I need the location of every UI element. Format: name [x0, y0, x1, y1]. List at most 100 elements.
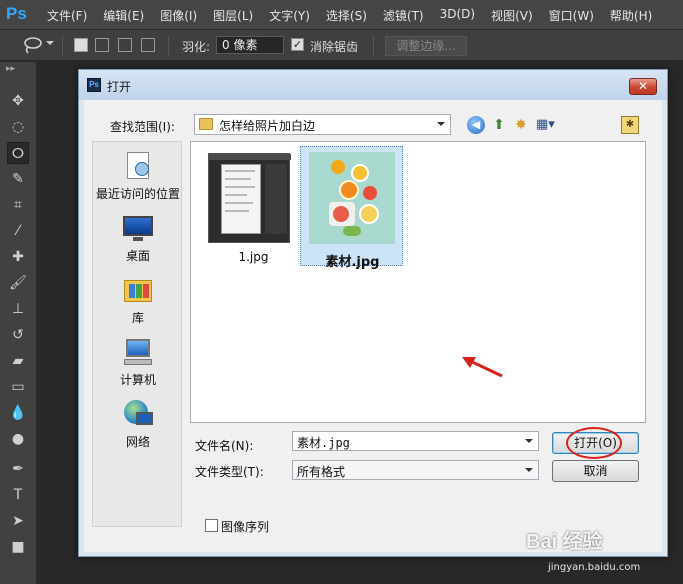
new-selection-button[interactable] — [74, 38, 88, 52]
chevron-down-icon[interactable] — [525, 439, 533, 447]
healing-tool-icon[interactable]: ✚ — [7, 246, 29, 268]
photoshop-logo: Ps — [6, 4, 27, 23]
menu-type[interactable]: 文字(Y) — [269, 7, 310, 24]
clone-stamp-tool-icon[interactable]: ⊥ — [7, 298, 29, 320]
look-in-dropdown[interactable]: 怎样给照片加白边 — [194, 114, 451, 135]
brush-tool-icon[interactable]: 🖌 — [7, 272, 29, 294]
place-recent[interactable]: 最近访问的位置 — [93, 150, 183, 202]
menu-select[interactable]: 选择(S) — [326, 7, 367, 24]
options-bar: 羽化: 0 像素 ✓ 消除锯齿 调整边缘... — [0, 30, 683, 61]
menu-3d[interactable]: 3D(D) — [440, 7, 475, 24]
place-libraries[interactable]: 库 — [93, 274, 183, 326]
history-brush-tool-icon[interactable]: ↺ — [7, 324, 29, 346]
file-name: 素材.jpg — [325, 255, 380, 270]
lasso-icon[interactable] — [22, 36, 42, 54]
menu-help[interactable]: 帮助(H) — [610, 7, 652, 24]
path-select-tool-icon[interactable]: ➤ — [7, 510, 29, 532]
place-label: 库 — [131, 311, 144, 325]
file-name: 1.jpg — [238, 250, 269, 264]
up-folder-icon[interactable]: ⬆ — [490, 116, 508, 134]
eraser-tool-icon[interactable]: ▰ — [7, 350, 29, 372]
look-in-label: 查找范围(I): — [110, 120, 175, 134]
crop-tool-icon[interactable]: ⌗ — [7, 194, 29, 216]
filetype-dropdown[interactable]: 所有格式 — [292, 460, 539, 480]
close-button[interactable]: ✕ — [629, 78, 657, 95]
filename-input[interactable]: 素材.jpg — [292, 431, 539, 451]
quick-select-tool-icon[interactable]: ✎ — [7, 168, 29, 190]
tool-preset-arrow-icon[interactable] — [46, 41, 54, 49]
lasso-tool-icon[interactable]: ⵔ — [7, 142, 29, 164]
refine-edge-button[interactable]: 调整边缘... — [385, 36, 467, 56]
dialog-body: 查找范围(I): 怎样给照片加白边 ◀ ⬆ ✸ ▦▾ ✱ 最近访问的位置 桌面 — [84, 100, 662, 552]
menu-items: 文件(F) 编辑(E) 图像(I) 图层(L) 文字(Y) 选择(S) 滤镜(T… — [47, 7, 668, 24]
dialog-titlebar[interactable]: Ps 打开 ✕ — [79, 70, 667, 100]
places-bar: 最近访问的位置 桌面 库 计算机 网络 — [92, 141, 182, 527]
cancel-button[interactable]: 取消 — [552, 460, 639, 482]
annotation-arrow-icon — [462, 357, 503, 378]
menu-window[interactable]: 窗口(W) — [549, 7, 594, 24]
place-desktop[interactable]: 桌面 — [93, 212, 183, 264]
place-label: 桌面 — [125, 249, 150, 263]
photoshop-icon: Ps — [87, 78, 101, 92]
chevron-down-icon — [525, 468, 533, 476]
menu-edit[interactable]: 编辑(E) — [103, 7, 144, 24]
type-tool-icon[interactable]: T — [7, 484, 29, 506]
marquee-tool-icon[interactable]: ◌ — [7, 116, 29, 138]
dodge-tool-icon[interactable]: ● — [7, 428, 29, 450]
pen-tool-icon[interactable]: ✒ — [7, 458, 29, 480]
view-menu-icon[interactable]: ▦▾ — [536, 116, 562, 134]
image-sequence-label: 图像序列 — [221, 520, 270, 534]
eyedropper-tool-icon[interactable]: ⁄ — [7, 220, 29, 242]
collapse-icon[interactable]: ▸▸ — [6, 64, 15, 74]
network-icon — [121, 398, 155, 430]
recent-places-icon — [121, 150, 155, 182]
new-folder-icon[interactable]: ✸ — [512, 116, 530, 134]
feather-label: 羽化: — [182, 40, 211, 54]
filetype-label: 文件类型(T): — [195, 465, 264, 479]
menu-bar: Ps 文件(F) 编辑(E) 图像(I) 图层(L) 文字(Y) 选择(S) 滤… — [0, 0, 683, 30]
filename-label: 文件名(N): — [195, 439, 254, 453]
blur-tool-icon[interactable]: 💧 — [7, 402, 29, 424]
file-thumbnail — [208, 153, 291, 243]
dialog-title: 打开 — [107, 80, 132, 94]
annotation-circle — [566, 427, 622, 459]
filename-value: 素材.jpg — [297, 436, 350, 450]
menu-layer[interactable]: 图层(L) — [213, 7, 253, 24]
file-item[interactable]: 1.jpg — [202, 146, 305, 266]
place-computer[interactable]: 计算机 — [93, 336, 183, 388]
menu-filter[interactable]: 滤镜(T) — [383, 7, 424, 24]
folder-icon — [199, 118, 213, 130]
tools-panel: ▸▸ ✥ ◌ ⵔ ✎ ⌗ ⁄ ✚ 🖌 ⊥ ↺ ▰ ▭ 💧 ● ✒ T ➤ ■ — [0, 62, 37, 584]
feather-input[interactable]: 0 像素 — [216, 36, 284, 54]
computer-icon — [121, 336, 155, 368]
separator — [168, 36, 169, 56]
rectangle-tool-icon[interactable]: ■ — [7, 536, 29, 558]
gradient-tool-icon[interactable]: ▭ — [7, 376, 29, 398]
back-icon[interactable]: ◀ — [467, 116, 485, 134]
move-tool-icon[interactable]: ✥ — [7, 90, 29, 112]
place-label: 计算机 — [119, 373, 156, 387]
chevron-down-icon — [437, 122, 445, 130]
file-item-selected[interactable]: 素材.jpg — [300, 146, 403, 270]
menu-file[interactable]: 文件(F) — [47, 7, 87, 24]
subtract-from-selection-button[interactable] — [118, 38, 132, 52]
intersect-selection-button[interactable] — [141, 38, 155, 52]
separator — [62, 36, 63, 56]
place-label: 最近访问的位置 — [95, 187, 180, 201]
watermark-url: jingyan.baidu.com — [548, 562, 641, 573]
image-sequence-checkbox[interactable] — [205, 519, 218, 532]
separator — [373, 36, 374, 56]
menu-view[interactable]: 视图(V) — [491, 7, 533, 24]
file-list: 1.jpg 素材.jpg — [190, 141, 646, 423]
desktop-icon — [121, 212, 155, 244]
antialias-checkbox[interactable]: ✓ — [291, 38, 304, 51]
open-dialog: Ps 打开 ✕ 查找范围(I): 怎样给照片加白边 ◀ ⬆ ✸ ▦▾ ✱ 最近访… — [78, 69, 668, 557]
favorite-folder-icon[interactable]: ✱ — [621, 116, 639, 134]
place-network[interactable]: 网络 — [93, 398, 183, 450]
look-in-value: 怎样给照片加白边 — [219, 119, 316, 133]
menu-image[interactable]: 图像(I) — [160, 7, 197, 24]
libraries-icon — [121, 274, 155, 306]
add-to-selection-button[interactable] — [95, 38, 109, 52]
file-thumbnail — [309, 152, 395, 244]
filetype-value: 所有格式 — [297, 465, 346, 479]
